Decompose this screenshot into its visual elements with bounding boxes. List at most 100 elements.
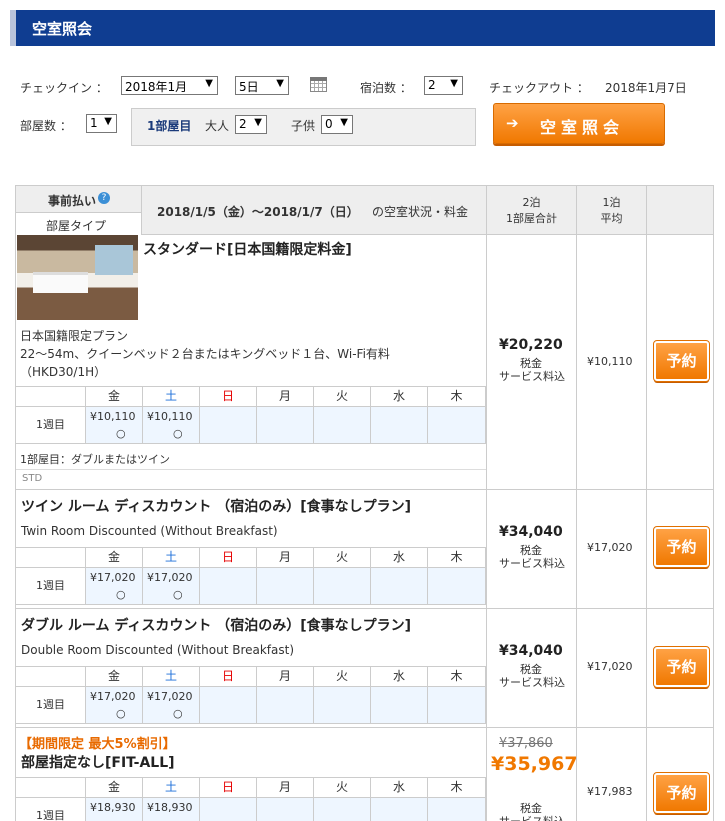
nights-label: 宿泊数 ： <box>360 81 412 95</box>
total-cell-1: ¥20,220 税金 サービス料込 <box>487 235 577 490</box>
header-book <box>647 185 713 235</box>
weekday-thu: 木 <box>428 386 486 406</box>
rate-price: ¥18,930 <box>147 801 193 814</box>
weekday-fri: 金 <box>86 666 143 686</box>
rooms-value: 1 <box>90 116 98 130</box>
rooms-select[interactable]: 1 ▼ <box>86 114 117 133</box>
rate-cell[interactable]: ¥17,020 ○ <box>86 567 143 605</box>
plan-title[interactable]: ダブル ルーム ディスカウント （宿泊のみ）[食事なしプラン] <box>21 615 411 635</box>
weekday-sat: 土 <box>143 777 200 797</box>
rooms-label: 部屋数 ： <box>20 119 72 133</box>
weekday-sun: 日 <box>200 666 257 686</box>
checkin-day-value: 5日 <box>239 80 259 94</box>
weekday-mon: 月 <box>257 777 314 797</box>
rate-cell[interactable]: ¥10,110 ○ <box>143 406 200 444</box>
plan-title[interactable]: スタンダード[日本国籍限定料金] <box>143 239 352 259</box>
rate-cell[interactable]: ¥10,110 ○ <box>86 406 143 444</box>
weekday-fri: 金 <box>86 386 143 406</box>
rate-cell-empty <box>200 797 257 821</box>
availability-table: 事前払い ? 部屋タイプ 2018/1/5（金）〜2018/1/7（日） の空室… <box>15 185 714 821</box>
avail-mark: ○ <box>173 427 183 440</box>
grid-corner <box>16 386 86 406</box>
rate-price: ¥18,930 <box>90 801 136 814</box>
checkin-month-value: 2018年1月 <box>125 80 188 94</box>
grid-corner <box>16 777 86 797</box>
calendar-icon[interactable] <box>310 77 327 92</box>
rate-price: ¥17,020 <box>90 571 136 584</box>
original-total-price: ¥37,860 <box>499 736 553 751</box>
checkin-month-select[interactable]: 2018年1月 ▼ <box>121 76 218 95</box>
avail-mark: ○ <box>173 588 183 601</box>
book-cell-3: 予約 <box>647 609 713 728</box>
rate-cell[interactable]: ¥18,930 <box>86 797 143 821</box>
room-type-subheader: 部屋タイプ <box>16 212 141 235</box>
rate-cell[interactable]: ¥18,930 <box>143 797 200 821</box>
help-icon[interactable]: ? <box>98 192 110 204</box>
avg-line2: 平均 <box>600 212 623 225</box>
children-value: 0 <box>325 117 333 131</box>
period-label: 2018/1/5（金）〜2018/1/7（日） <box>157 205 359 219</box>
weekday-sat: 土 <box>143 386 200 406</box>
plan-title[interactable]: 部屋指定なし[FIT-ALL] <box>21 752 175 772</box>
rate-cell-empty <box>314 567 371 605</box>
plan-row-2: ツイン ルーム ディスカウント （宿泊のみ）[食事なしプラン] Twin Roo… <box>16 490 487 609</box>
rate-cell[interactable]: ¥17,020 ○ <box>86 686 143 724</box>
rate-cell-empty <box>257 406 314 444</box>
tax-line2: サービス料込 <box>499 370 565 383</box>
avg-line1: 1泊 <box>602 196 621 209</box>
weekday-mon: 月 <box>257 666 314 686</box>
chevron-down-icon: ▼ <box>340 117 348 128</box>
header-period: 2018/1/5（金）〜2018/1/7（日） の空室状況・料金 <box>142 185 487 235</box>
promo-label: 【期間限定 最大5%割引】 <box>19 737 176 752</box>
book-button[interactable]: 予約 <box>653 646 710 688</box>
avg-cell-4: ¥17,983 <box>577 728 647 821</box>
rate-cell-empty <box>428 406 486 444</box>
checkout-value: 2018年1月7日 <box>605 81 687 95</box>
rate-cell-empty <box>371 567 428 605</box>
weekday-sat: 土 <box>143 666 200 686</box>
rate-cell-empty <box>371 406 428 444</box>
rate-cell-empty <box>257 686 314 724</box>
room-photo[interactable] <box>17 235 138 320</box>
rate-cell-empty <box>200 686 257 724</box>
total-price: ¥34,040 <box>499 524 563 540</box>
page-header: 空室照会 <box>10 10 715 46</box>
book-button[interactable]: 予約 <box>653 526 710 568</box>
avg-cell-2: ¥17,020 <box>577 490 647 609</box>
plan-desc-3: （HKD30/1H） <box>20 365 107 379</box>
tax-line2: サービス料込 <box>499 557 565 570</box>
plan-desc-1: Double Room Discounted (Without Breakfas… <box>21 643 295 657</box>
room1-label: 1部屋目 <box>147 119 192 133</box>
rate-cell-empty <box>257 797 314 821</box>
book-button[interactable]: 予約 <box>653 772 710 814</box>
nights-select[interactable]: 2 ▼ <box>424 76 463 95</box>
room-type-label: 部屋タイプ <box>46 219 107 233</box>
search-availability-button[interactable]: ➔ 空室照会 <box>493 103 665 144</box>
plan-row-3: ダブル ルーム ディスカウント （宿泊のみ）[食事なしプラン] Double R… <box>16 609 487 728</box>
plan-title[interactable]: ツイン ルーム ディスカウント （宿泊のみ）[食事なしプラン] <box>21 496 411 516</box>
book-button[interactable]: 予約 <box>653 340 710 382</box>
page-title: 空室照会 <box>32 20 93 38</box>
rate-cell[interactable]: ¥17,020 ○ <box>143 686 200 724</box>
rate-cell-empty <box>314 406 371 444</box>
rate-price: ¥10,110 <box>90 410 136 423</box>
total-cell-2: ¥34,040 税金 サービス料込 <box>487 490 577 609</box>
weekday-sun: 日 <box>200 386 257 406</box>
weekday-wed: 水 <box>371 666 428 686</box>
adults-select[interactable]: 2 ▼ <box>235 115 267 134</box>
total-cell-3: ¥34,040 税金 サービス料込 <box>487 609 577 728</box>
weekday-tue: 火 <box>314 547 371 567</box>
chevron-down-icon: ▼ <box>276 78 284 89</box>
avg-price: ¥17,020 <box>587 660 633 673</box>
period-suffix: の空室状況・料金 <box>372 205 469 219</box>
children-select[interactable]: 0 ▼ <box>321 115 353 134</box>
checkin-label: チェックイン ： <box>20 81 108 95</box>
total-price: ¥34,040 <box>499 643 563 659</box>
rate-cell-empty <box>428 797 486 821</box>
tax-line2: サービス料込 <box>499 813 565 821</box>
plan-row-1: スタンダード[日本国籍限定料金] 日本国籍限定プラン 22〜54m、クイーンベッ… <box>16 235 487 490</box>
header-avg: 1泊 平均 <box>577 185 647 235</box>
rate-cell-empty <box>314 686 371 724</box>
rate-cell[interactable]: ¥17,020 ○ <box>143 567 200 605</box>
checkin-day-select[interactable]: 5日 ▼ <box>235 76 289 95</box>
